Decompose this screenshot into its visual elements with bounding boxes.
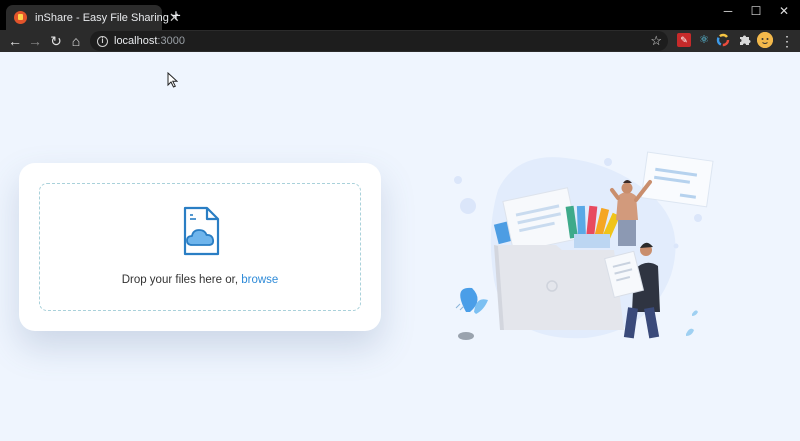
tab-title: inShare - Easy File Sharing <box>35 11 169 24</box>
new-tab-button[interactable]: + <box>168 7 184 24</box>
maximize-button[interactable]: ☐ <box>746 4 766 18</box>
back-button[interactable]: ← <box>6 32 24 50</box>
cloud-file-icon <box>183 206 220 256</box>
browse-link[interactable]: browse <box>241 274 278 286</box>
url-port: :3000 <box>157 35 185 47</box>
pdf-extension-icon[interactable]: ✎ <box>677 33 691 47</box>
url-text: localhost:3000 <box>114 35 185 47</box>
close-window-button[interactable]: ✕ <box>774 4 794 18</box>
browser-menu-icon[interactable]: ⋮ <box>778 32 796 50</box>
drop-zone[interactable]: Drop your files here or, browse <box>39 183 361 311</box>
reload-button[interactable]: ↻ <box>47 32 65 50</box>
browser-toolbar: ← → ↻ ⌂ i localhost:3000 ☆ ✎ ⚛ ⋮ <box>0 30 800 52</box>
file-sharing-illustration <box>454 151 714 340</box>
tab-favicon-icon <box>14 11 27 24</box>
url-host: localhost <box>114 35 158 47</box>
browser-titlebar: inShare - Easy File Sharing ✕ + ─ ☐ ✕ <box>0 0 800 30</box>
forward-button[interactable]: → <box>26 32 44 50</box>
bookmark-star-icon[interactable]: ☆ <box>650 33 662 49</box>
drop-text: Drop your files here or, <box>121 274 242 286</box>
react-devtools-icon[interactable]: ⚛ <box>697 33 711 47</box>
profile-avatar[interactable] <box>757 32 773 48</box>
drop-instructions: Drop your files here or, browse <box>40 274 360 286</box>
address-bar[interactable]: i localhost:3000 ☆ <box>90 31 668 51</box>
site-info-icon[interactable]: i <box>97 35 108 47</box>
home-button[interactable]: ⌂ <box>67 32 85 50</box>
upload-container: Drop your files here or, browse <box>19 163 381 331</box>
mouse-cursor-icon <box>167 72 178 88</box>
extensions-puzzle-icon[interactable] <box>737 33 751 47</box>
minimize-button[interactable]: ─ <box>718 4 738 18</box>
color-extension-icon[interactable] <box>716 33 730 47</box>
browser-tab[interactable]: inShare - Easy File Sharing ✕ <box>6 5 180 30</box>
